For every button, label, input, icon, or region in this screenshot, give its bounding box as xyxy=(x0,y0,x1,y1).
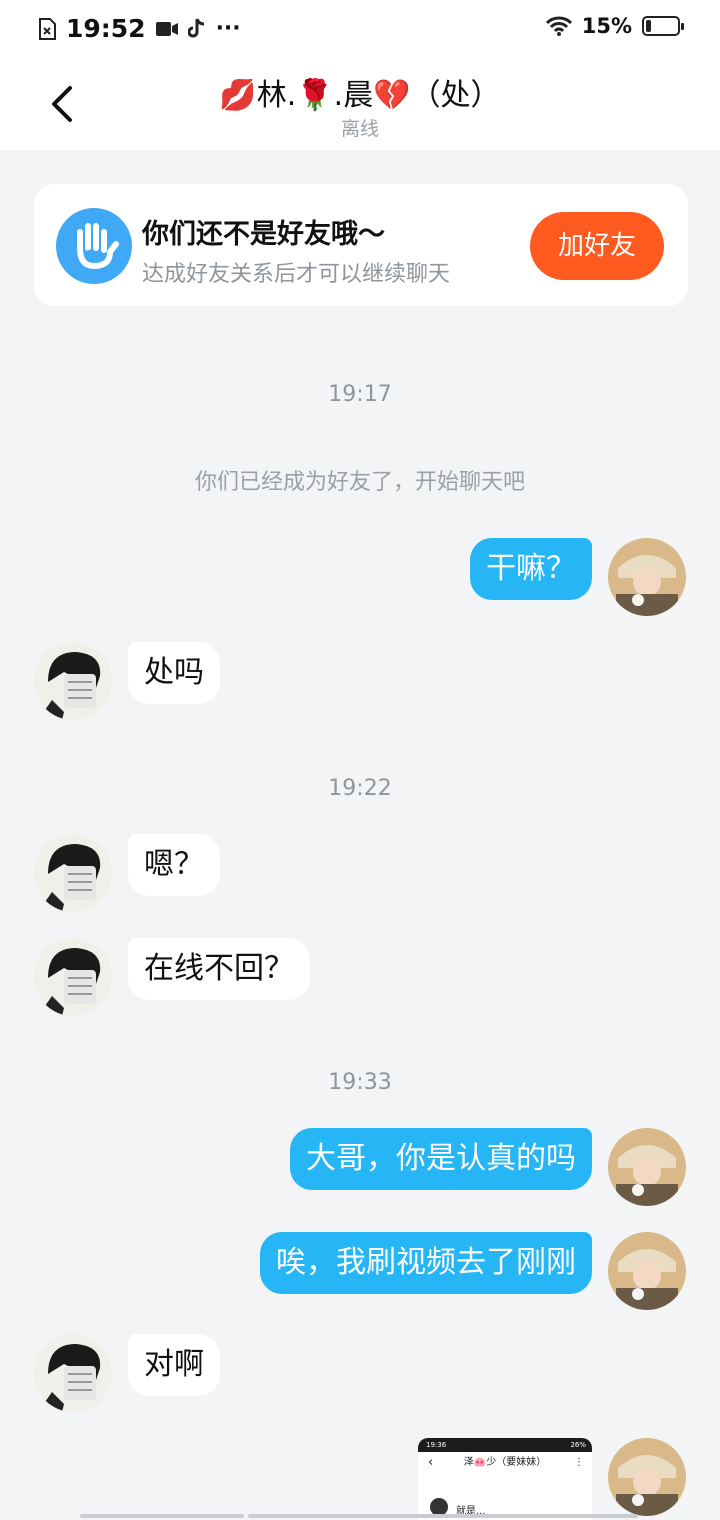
screenshot-image-message[interactable]: 19:36 26% ‹ 泽🐽少（要妹妹） ⋮ 就是... xyxy=(418,1438,592,1520)
outgoing-message[interactable]: 干嘛？ xyxy=(470,538,592,600)
banner-title: 你们还不是好友哦～ xyxy=(142,219,385,250)
incoming-message[interactable]: 在线不回？ xyxy=(128,938,310,1000)
hand-icon xyxy=(56,208,132,284)
my-avatar[interactable] xyxy=(608,1438,686,1516)
my-avatar[interactable] xyxy=(608,1232,686,1310)
scroll-indicator xyxy=(248,1514,638,1518)
banner-subtitle: 达成好友关系后才可以继续聊天 xyxy=(142,262,451,287)
outgoing-message[interactable]: 唉，我刷视频去了刚刚 xyxy=(260,1232,592,1294)
contact-avatar[interactable] xyxy=(34,642,112,720)
timestamp: 19:17 xyxy=(328,382,392,407)
thumbnail-status-bar: 19:36 26% xyxy=(418,1438,592,1452)
thumbnail-header: ‹ 泽🐽少（要妹妹） ⋮ xyxy=(418,1452,592,1476)
timestamp: 19:22 xyxy=(328,776,392,801)
contact-name: 💋林.🌹.晨💔（处） xyxy=(219,78,501,113)
my-avatar[interactable] xyxy=(608,538,686,616)
tiktok-icon xyxy=(187,17,204,37)
my-avatar[interactable] xyxy=(608,1128,686,1206)
thumbnail-title: 泽🐽少（要妹妹） xyxy=(463,1457,547,1468)
battery-icon xyxy=(642,16,684,36)
more-icon: ··· xyxy=(215,16,241,41)
not-friends-banner: 你们还不是好友哦～ 达成好友关系后才可以继续聊天 加好友 xyxy=(34,184,688,306)
thumbnail-battery: 26% xyxy=(570,1441,586,1449)
status-bar: 19:52 ··· 15% xyxy=(0,0,720,58)
wifi-icon xyxy=(545,16,572,36)
thumbnail-time: 19:36 xyxy=(426,1441,447,1449)
contact-avatar[interactable] xyxy=(34,1334,112,1412)
sim-error-icon xyxy=(39,17,56,40)
battery-percent: 15% xyxy=(581,14,632,38)
scroll-indicator xyxy=(80,1514,244,1518)
incoming-message[interactable]: 对啊 xyxy=(128,1334,220,1396)
add-friend-button[interactable]: 加好友 xyxy=(530,212,664,280)
contact-avatar[interactable] xyxy=(34,834,112,912)
chat-header: 💋林.🌹.晨💔（处） 离线 xyxy=(0,58,720,150)
video-icon xyxy=(155,21,178,36)
system-message: 你们已经成为好友了，开始聊天吧 xyxy=(194,470,525,495)
contact-avatar[interactable] xyxy=(34,938,112,1016)
thumbnail-back-icon: ‹ xyxy=(428,1455,434,1470)
contact-status: 离线 xyxy=(340,118,379,140)
status-time: 19:52 xyxy=(66,14,146,43)
outgoing-message[interactable]: 大哥，你是认真的吗 xyxy=(290,1128,592,1190)
thumbnail-more-icon: ⋮ xyxy=(574,1457,584,1468)
incoming-message[interactable]: 处吗 xyxy=(128,642,220,704)
incoming-message[interactable]: 嗯？ xyxy=(128,834,220,896)
timestamp: 19:33 xyxy=(328,1070,392,1095)
